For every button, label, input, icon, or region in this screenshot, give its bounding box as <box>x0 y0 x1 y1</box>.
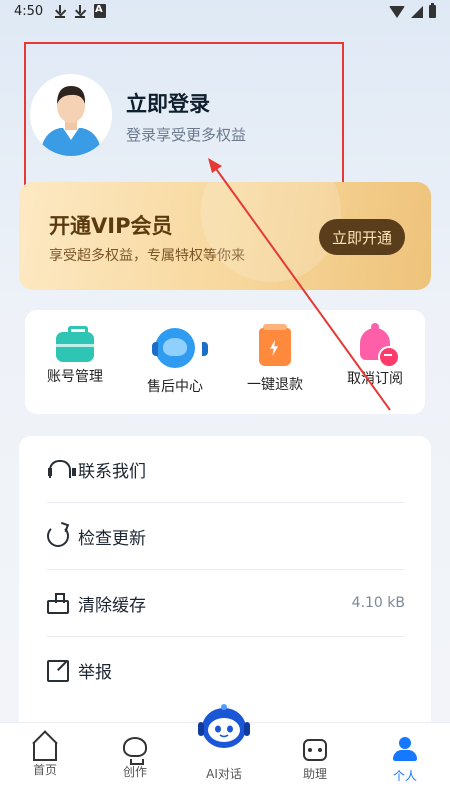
quick-after-sales[interactable]: 售后中心 <box>130 328 220 414</box>
settings-menu: 联系我们 检查更新 清除缓存 4.10 kB 举报 <box>19 436 431 736</box>
quick-label: 账号管理 <box>47 369 103 385</box>
nav-profile[interactable]: 个人 <box>375 737 435 784</box>
wifi-icon <box>389 5 405 18</box>
headset-icon <box>47 458 76 480</box>
avatar[interactable] <box>30 74 112 156</box>
signal-icon <box>411 5 423 18</box>
nav-label: 创作 <box>122 765 147 779</box>
status-bar: 4:50 A <box>0 0 450 26</box>
quick-label: 一键退款 <box>247 377 303 393</box>
menu-report[interactable]: 举报 <box>47 637 405 704</box>
menu-label: 举报 <box>78 663 112 683</box>
quick-cancel-subscription[interactable]: 取消订阅 <box>330 323 420 414</box>
quick-refund[interactable]: 一键退款 <box>230 324 320 414</box>
refund-bolt-icon <box>259 324 291 366</box>
broom-icon <box>47 593 69 614</box>
download-icon <box>74 4 86 18</box>
ai-robot-icon[interactable] <box>194 700 254 754</box>
robot-icon <box>303 739 327 761</box>
home-icon <box>33 743 57 761</box>
refresh-icon <box>47 525 69 547</box>
notification-icons: A <box>54 4 106 18</box>
vip-open-button[interactable]: 立即开通 <box>319 219 405 255</box>
vip-title: 开通VIP会员 <box>49 214 173 238</box>
login-subtitle: 登录享受更多权益 <box>126 126 247 144</box>
quick-account-management[interactable]: 账号管理 <box>30 326 120 414</box>
bell-minus-icon <box>360 323 400 368</box>
app-notification-icon: A <box>94 4 106 18</box>
nav-ai-chat[interactable]: AI对话 <box>194 759 254 782</box>
quick-label: 售后中心 <box>147 379 203 395</box>
nav-label: 首页 <box>32 763 57 777</box>
nav-home[interactable]: 首页 <box>15 737 75 778</box>
menu-label: 联系我们 <box>78 461 146 482</box>
login-profile-card[interactable]: 立即登录 登录享受更多权益 <box>24 42 344 186</box>
menu-clear-cache[interactable]: 清除缓存 4.10 kB <box>47 570 405 637</box>
nav-label: 助理 <box>302 767 327 781</box>
nav-create[interactable]: 创作 <box>105 737 165 780</box>
nav-label: AI对话 <box>206 767 242 781</box>
login-title[interactable]: 立即登录 <box>126 88 210 118</box>
nav-assistant[interactable]: 助理 <box>285 737 345 782</box>
nav-label: 个人 <box>392 769 417 783</box>
battery-icon <box>429 3 436 18</box>
quick-actions: 账号管理 售后中心 一键退款 取消订阅 <box>25 310 425 414</box>
quick-label: 取消订阅 <box>347 371 403 387</box>
vip-card[interactable]: 开通VIP会员 享受超多权益，专属特权等你来 立即开通 <box>19 182 431 290</box>
menu-label: 清除缓存 <box>78 595 146 616</box>
menu-label: 检查更新 <box>78 528 146 549</box>
briefcase-icon <box>56 326 94 362</box>
edit-icon <box>47 659 69 682</box>
menu-contact-us[interactable]: 联系我们 <box>47 436 405 503</box>
cache-size: 4.10 kB <box>351 595 405 611</box>
download-icon <box>54 4 66 18</box>
status-time: 4:50 <box>14 4 44 19</box>
bulb-icon <box>123 737 147 765</box>
menu-check-update[interactable]: 检查更新 <box>47 503 405 570</box>
vip-subtitle: 享受超多权益，专属特权等你来 <box>49 248 245 264</box>
system-icons <box>389 3 436 18</box>
headset-service-icon <box>152 328 208 368</box>
person-icon <box>393 737 417 761</box>
